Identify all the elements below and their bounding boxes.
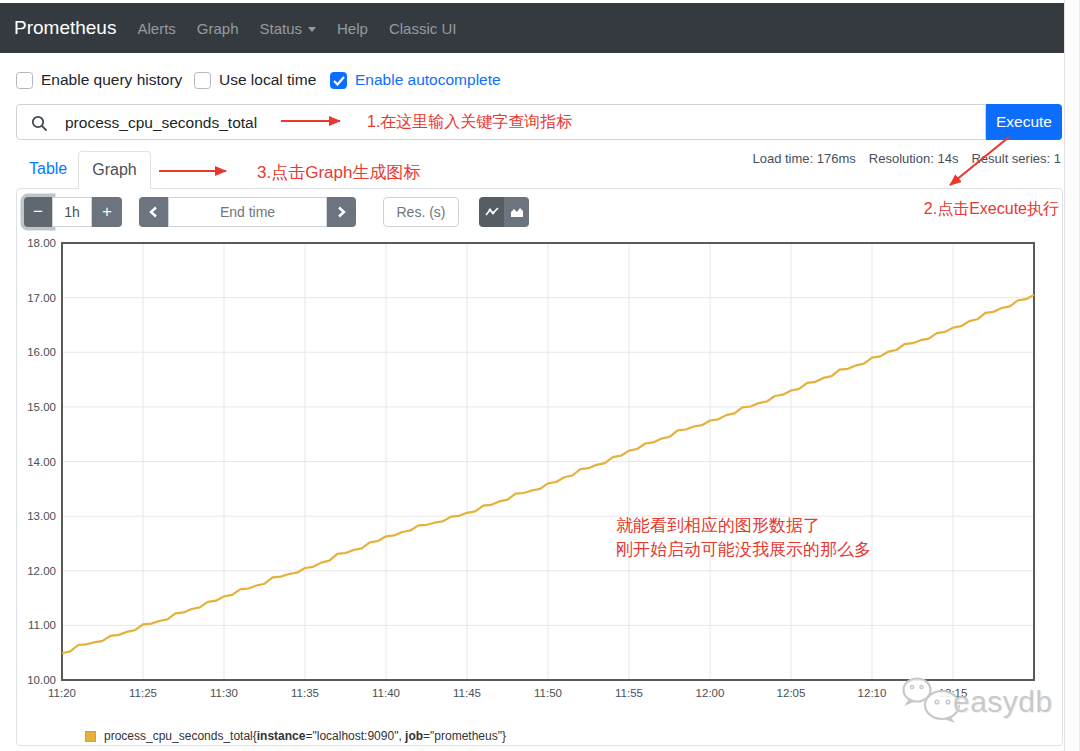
tab-graph[interactable]: Graph [78,151,151,189]
annotation-step3: 3.点击Graph生成图标 [257,161,420,184]
checkbox-autocomplete[interactable]: Enable autocomplete [330,70,501,90]
range-input[interactable]: 1h [52,197,92,227]
checkbox-icon [330,72,347,89]
checkbox-icon [16,72,33,89]
brand[interactable]: Prometheus [14,17,116,39]
nav-help[interactable]: Help [337,20,368,37]
prometheus-app: Prometheus Alerts Graph Status Help Clas… [0,0,1080,751]
line-graph-icon [485,206,499,218]
navbar: Prometheus Alerts Graph Status Help Clas… [0,3,1064,53]
tab-table[interactable]: Table [29,160,67,178]
search-icon [31,115,48,132]
chevron-left-icon [149,206,158,218]
checkbox-icon [194,72,211,89]
scrollbar[interactable] [1064,0,1080,751]
resolution-input[interactable]: Res. (s) [383,197,459,227]
nav-classic-ui[interactable]: Classic UI [389,20,457,37]
stacked-graph-toggle-button[interactable] [504,197,529,227]
query-expression: process_cpu_seconds_total [65,114,257,132]
end-time-input[interactable]: End time [168,197,327,227]
range-decrease-button[interactable]: − [24,197,52,227]
nav-status[interactable]: Status [260,20,317,37]
time-back-button[interactable] [139,197,168,227]
resolution: Resolution: 14s [869,151,959,166]
graph-panel [16,188,1063,746]
annotation-note: 就能看到相应的图形数据了 刚开始启动可能没我展示的那么多 [616,514,871,562]
chevron-down-icon [308,27,316,32]
legend: process_cpu_seconds_total{instance="loca… [85,729,506,743]
nav-alerts[interactable]: Alerts [137,20,175,37]
annotation-step2: 2.点击Execute执行 [924,199,1059,220]
load-time: Load time: 176ms [752,151,855,166]
line-graph-toggle-button[interactable] [479,197,504,227]
checkbox-query-history[interactable]: Enable query history [16,70,182,90]
execute-button[interactable]: Execute [986,104,1062,140]
nav-graph[interactable]: Graph [197,20,239,37]
stacked-graph-icon [510,206,524,218]
chevron-right-icon [337,206,346,218]
query-stats: Load time: 176ms Resolution: 14s Result … [752,151,1061,166]
annotation-step1: 1.在这里输入关键字查询指标 [367,112,572,133]
legend-label: process_cpu_seconds_total{instance="loca… [104,729,506,743]
result-series: Result series: 1 [971,151,1061,166]
checkbox-local-time[interactable]: Use local time [194,70,316,90]
time-forward-button[interactable] [327,197,356,227]
range-increase-button[interactable]: + [92,197,122,227]
legend-swatch[interactable] [85,731,96,742]
watermark-text: easydb [953,685,1053,719]
